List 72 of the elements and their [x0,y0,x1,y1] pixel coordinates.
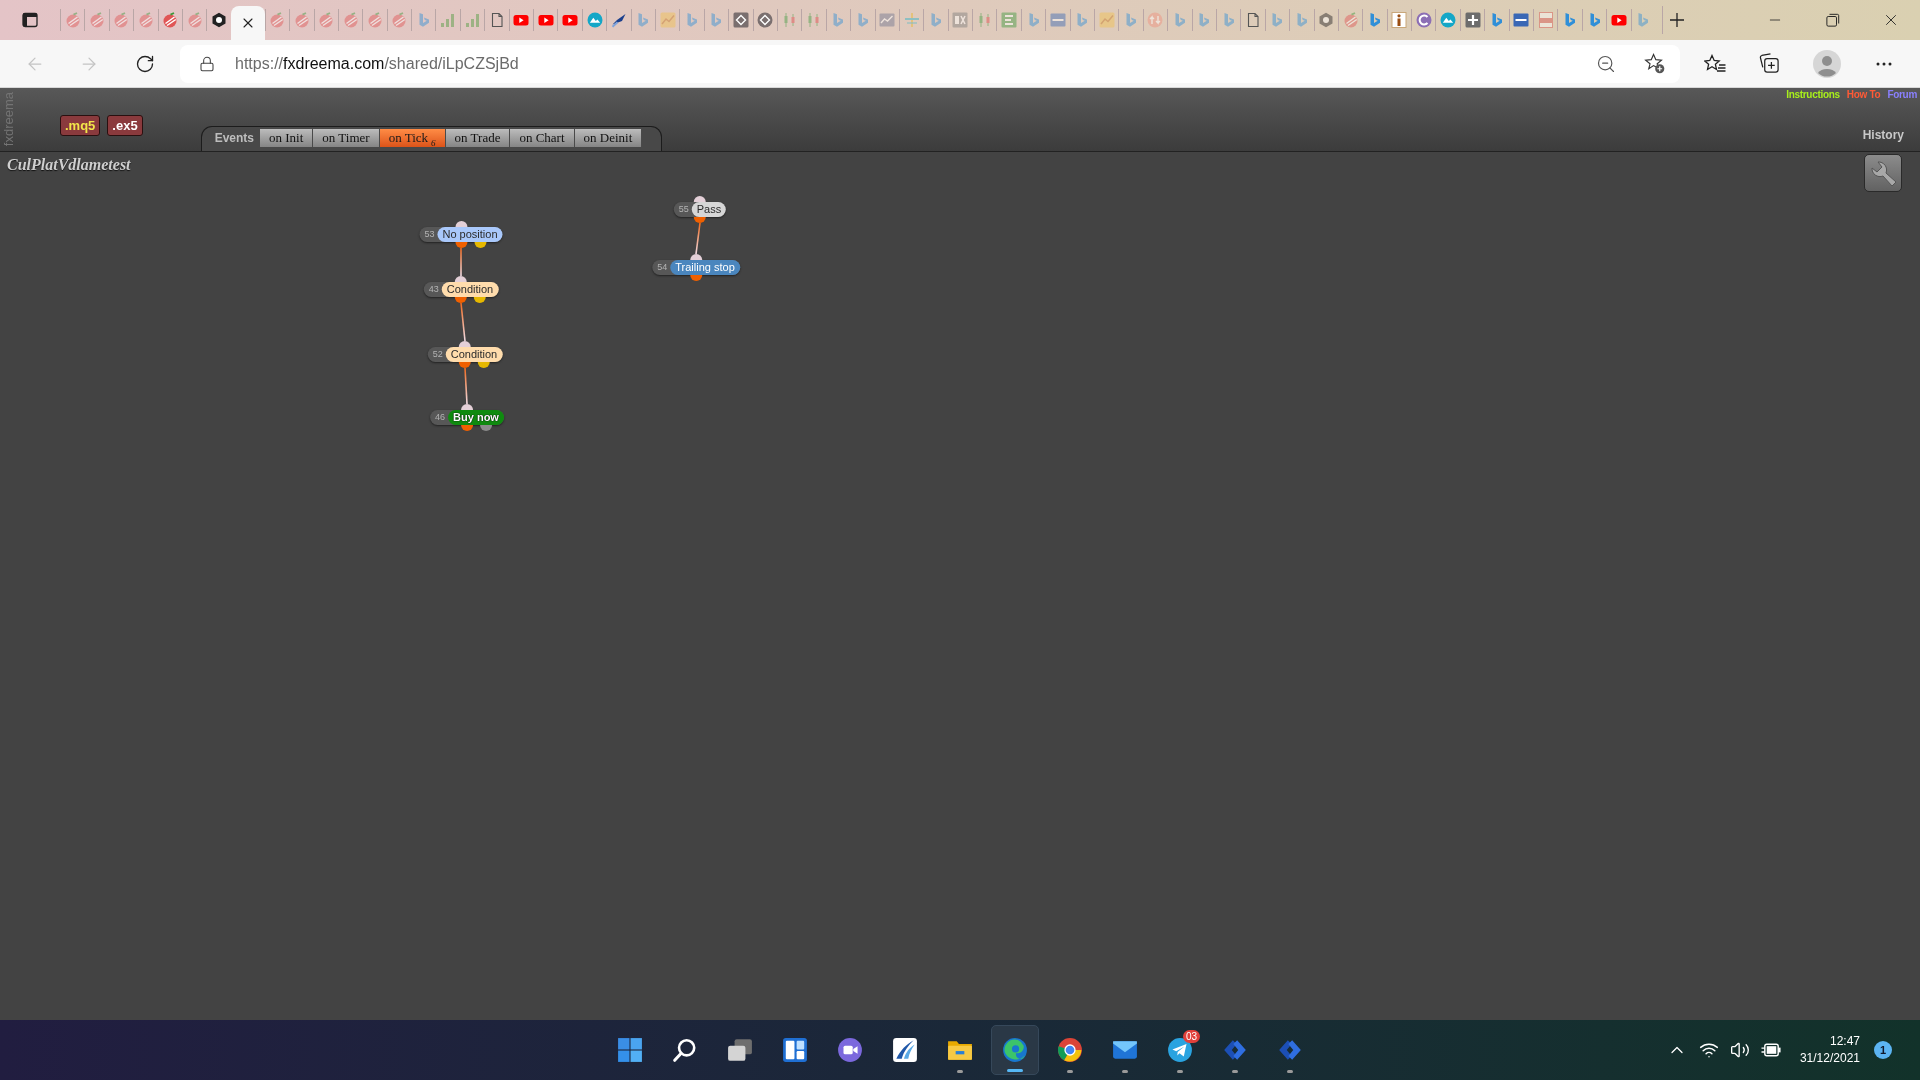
flow-block[interactable]: Condition [441,282,499,297]
swirl-icon[interactable] [1002,1037,1028,1063]
input-port-icon[interactable] [690,254,702,260]
star-list-icon[interactable] [1704,53,1726,74]
battery-icon[interactable] [1760,1042,1782,1058]
history-button[interactable]: History [1862,128,1904,142]
taskbar-app[interactable]: 03 [1156,1025,1204,1075]
block-number: 53 [423,228,436,241]
four-squares-icon[interactable] [617,1037,643,1063]
file-download-button[interactable]: .ex5 [107,115,143,136]
block-number: 46 [434,411,447,424]
lock-icon[interactable] [199,55,215,72]
project-title: CulPlatVdlametest [7,155,131,175]
input-port-icon[interactable] [455,276,467,282]
connector-line [460,302,466,342]
clock-date: 31/12/2021 [1799,1050,1860,1067]
connector-line [695,222,701,255]
unread-count: 03 [1182,1030,1200,1043]
event-tab[interactable]: on Timer [313,129,380,147]
output-port-icon[interactable] [474,242,486,248]
more-icon[interactable] [1876,61,1892,66]
input-port-icon[interactable] [461,404,473,410]
block-number: 55 [677,203,690,216]
output-port-icon[interactable] [690,275,702,281]
volume-icon[interactable] [1729,1040,1750,1060]
add-favorite-icon[interactable] [1644,53,1665,74]
collections-icon[interactable] [1758,53,1780,74]
flow-block[interactable]: No position [437,227,503,242]
event-tab[interactable]: on Init [260,129,314,147]
file-download-button[interactable]: .mq5 [60,115,101,136]
plus-icon[interactable] [1668,12,1685,28]
wifi-icon[interactable] [1698,1040,1719,1060]
reload-icon[interactable] [135,53,155,74]
clock-time: 12:47 [1829,1033,1860,1050]
header-link[interactable]: Instructions [1786,89,1840,101]
input-port-icon[interactable] [694,196,706,202]
zoom-out-icon[interactable] [1596,53,1616,74]
event-tab[interactable]: on Chart [510,129,575,147]
address-field[interactable]: https://fxdreema.com/shared/iLpCZSjBd [180,44,1680,83]
flow-block[interactable]: Buy now [448,410,504,425]
block-number: 52 [431,348,444,361]
output-port-icon[interactable] [461,425,473,431]
output-port-icon[interactable] [480,425,492,431]
video-bubble-icon[interactable] [837,1037,863,1063]
output-port-icon[interactable] [459,362,471,368]
output-port-icon[interactable] [474,297,486,303]
swoosh-icon[interactable] [892,1037,918,1063]
url-text[interactable]: https://fxdreema.com/shared/iLpCZSjBd [235,51,519,76]
output-port-icon[interactable] [694,217,706,223]
notification-count[interactable]: 1 [1874,1041,1892,1059]
clock[interactable]: 12:47 31/12/2021 [1799,1033,1860,1067]
input-port-icon[interactable] [459,341,471,347]
flow-block[interactable]: Condition [445,347,503,362]
panels-icon[interactable] [782,1037,808,1063]
connector-line [460,247,462,277]
connector-line [464,367,468,405]
flow-block[interactable]: Trailing stop [670,260,740,275]
flow-block[interactable]: Pass [691,202,727,217]
events-label: Events [214,130,254,147]
output-port-icon[interactable] [455,242,467,248]
restore-icon[interactable] [1826,13,1840,27]
event-tab[interactable]: on Tick $_{6}$ [379,129,446,147]
overlapping-squares-icon[interactable] [727,1037,753,1063]
output-port-icon[interactable] [478,362,490,368]
event-tab[interactable]: on Deinit [574,129,643,147]
block-number: 43 [427,283,440,296]
block-number: 54 [656,261,669,274]
segmented-circle-icon[interactable] [1057,1037,1083,1063]
event-tab[interactable]: on Trade [445,129,511,147]
input-port-icon[interactable] [455,221,467,227]
output-port-icon[interactable] [455,297,467,303]
search-icon[interactable] [672,1037,698,1063]
